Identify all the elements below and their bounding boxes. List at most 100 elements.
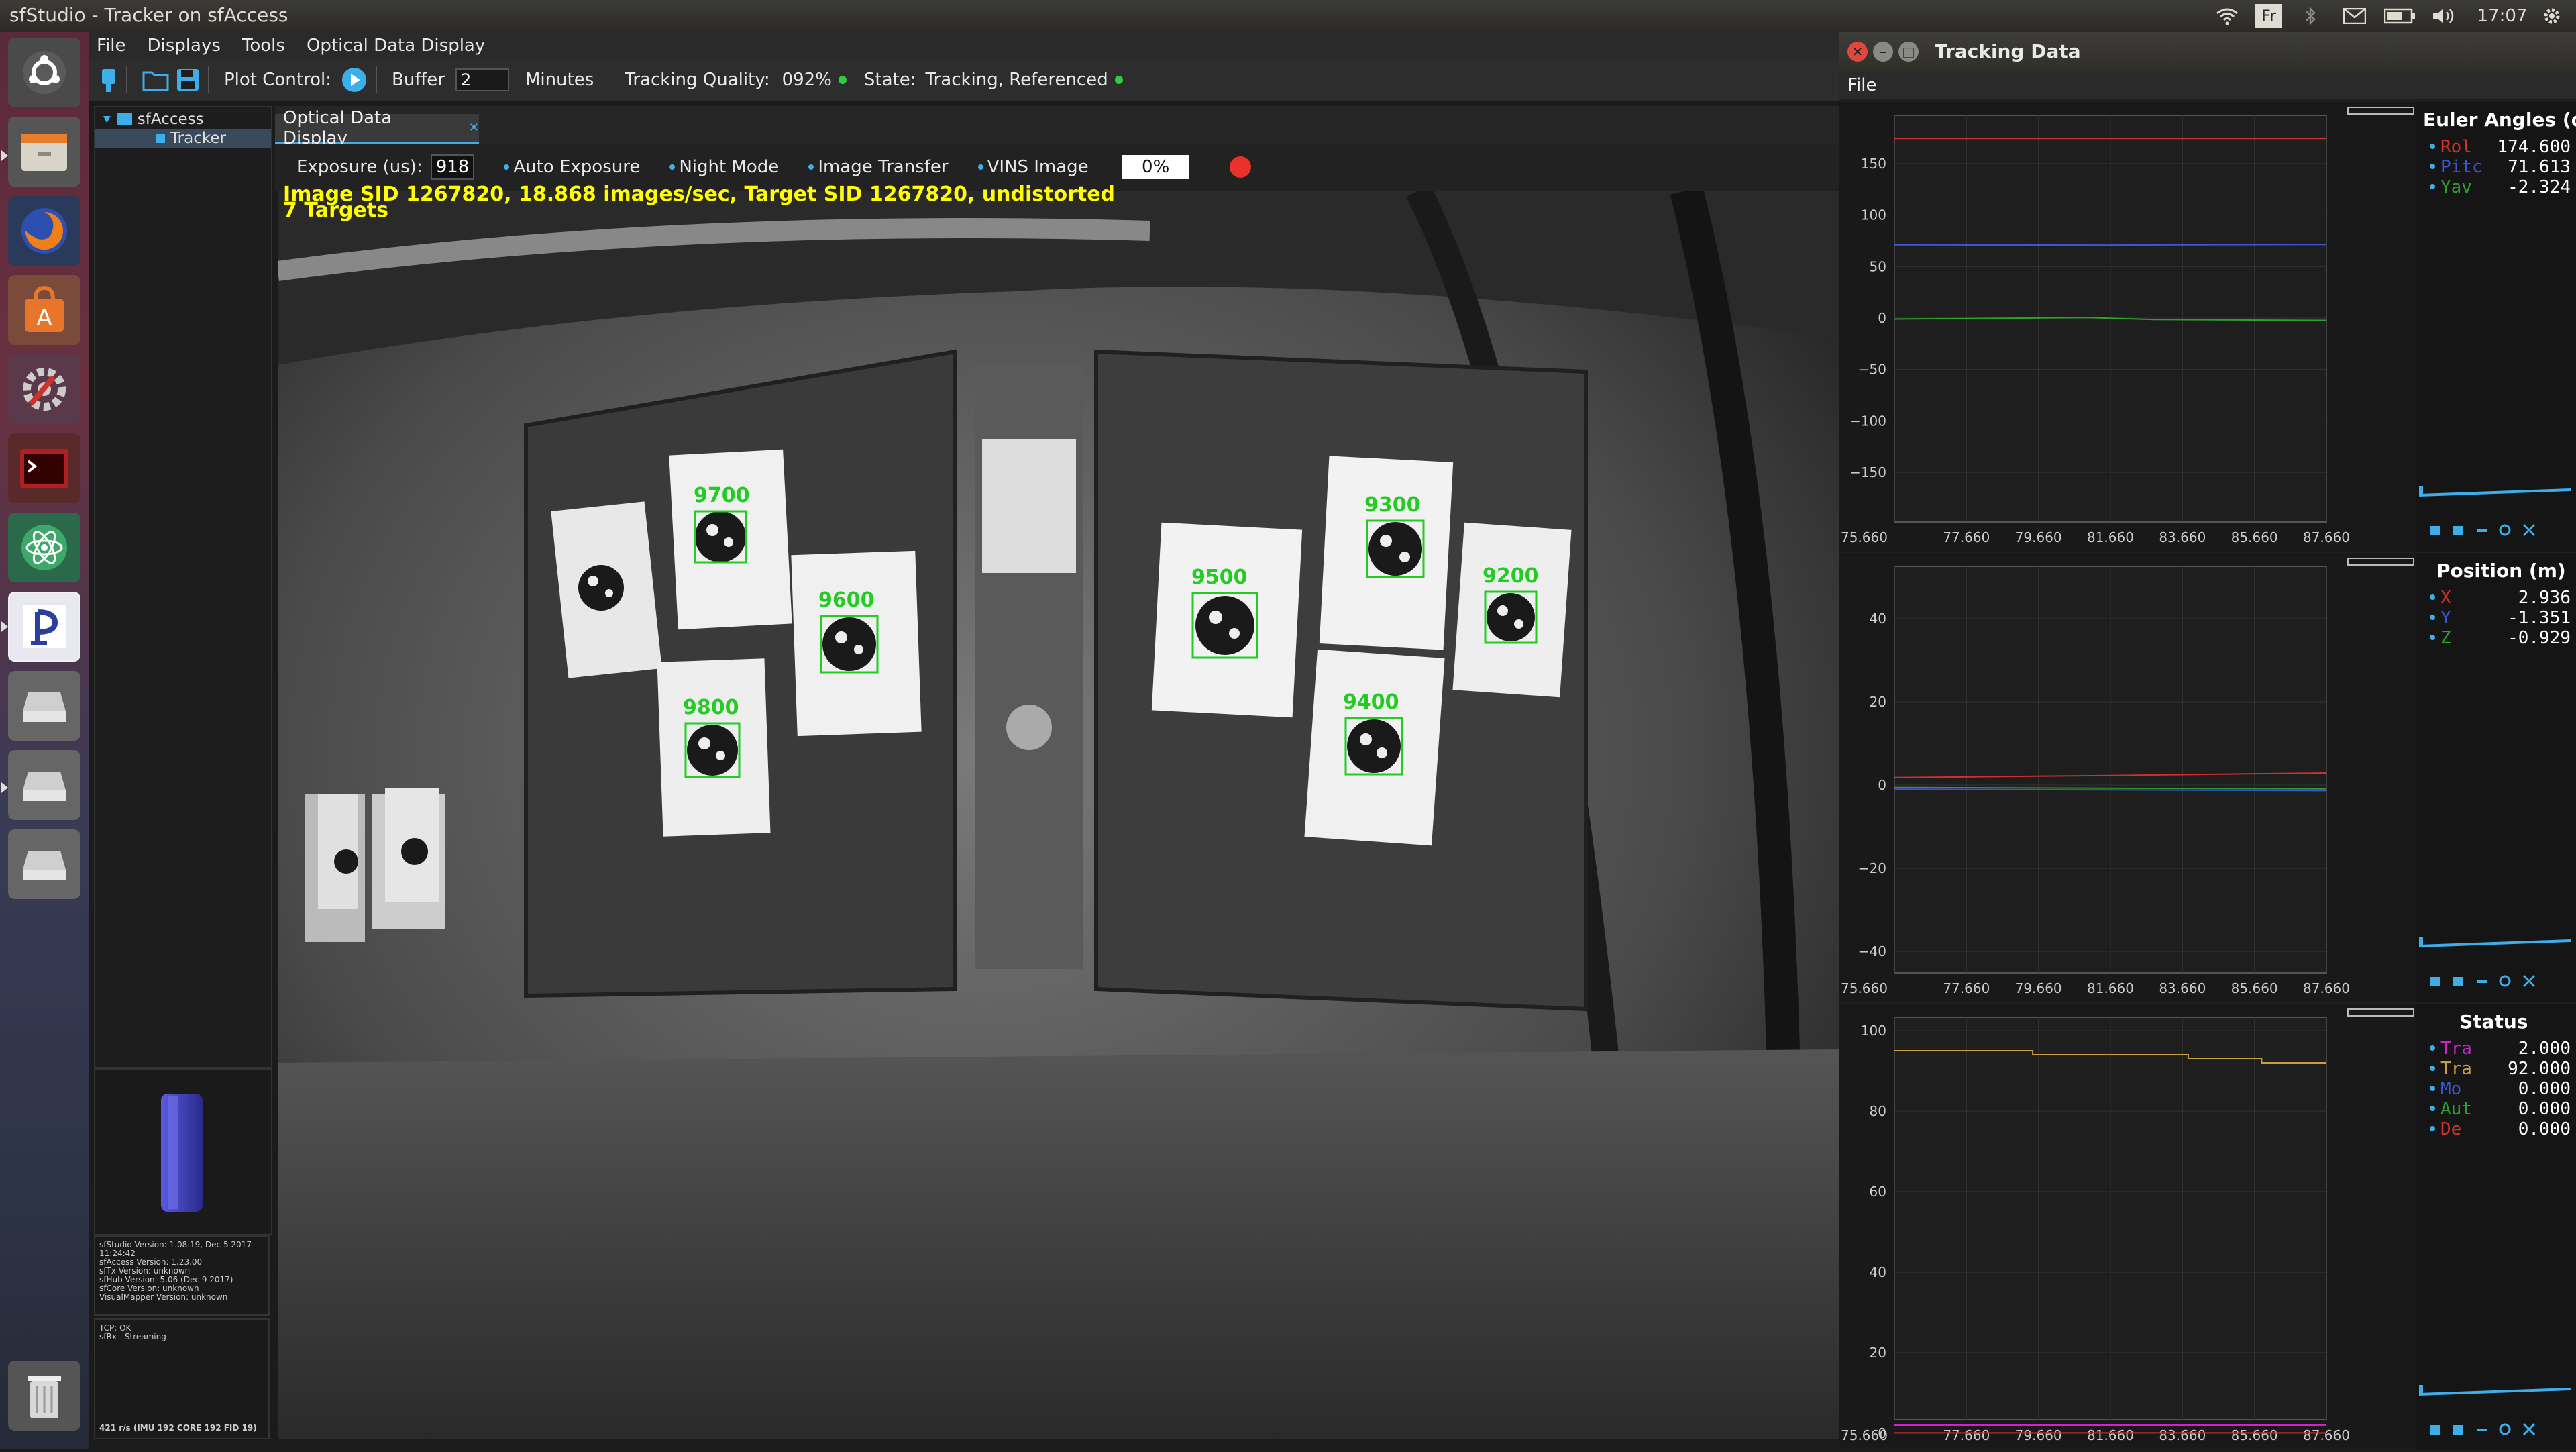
trash-icon[interactable] xyxy=(8,1361,80,1431)
x-tick-label: 83.660 xyxy=(2159,1427,2206,1443)
firefox-icon[interactable] xyxy=(8,196,80,266)
gear-icon[interactable] xyxy=(2538,4,2565,28)
clock[interactable]: 17:07 xyxy=(2475,4,2529,28)
zoom-icon[interactable] xyxy=(2499,524,2511,536)
save-icon[interactable] xyxy=(176,68,200,92)
buffer-spinbox[interactable]: 2 xyxy=(455,68,509,91)
menu-displays[interactable]: Displays xyxy=(148,36,221,56)
minimize-window-button[interactable]: – xyxy=(1873,42,1893,62)
atom-icon[interactable] xyxy=(8,513,80,582)
battery-icon[interactable] xyxy=(2383,4,2418,28)
volume-icon[interactable] xyxy=(2430,4,2459,28)
terminal-icon[interactable] xyxy=(8,433,80,503)
system-settings-icon[interactable] xyxy=(8,354,80,424)
auto-exposure-radio[interactable]: Auto Exposure xyxy=(504,157,640,177)
play-button[interactable] xyxy=(341,66,368,93)
fit-icon[interactable] xyxy=(2522,1422,2536,1436)
drive-icon[interactable] xyxy=(8,829,80,899)
x-tick-label: 79.660 xyxy=(2015,1427,2062,1443)
window-title: sfStudio - Tracker on sfAccess xyxy=(9,4,288,26)
connect-plug-icon[interactable] xyxy=(99,66,118,93)
zoom-icon[interactable] xyxy=(2499,975,2511,987)
status-panel: 75.660 77.660 79.660 81.660 83.660 85.660 87.6… xyxy=(1839,1004,2576,1449)
record-button[interactable] xyxy=(1229,156,1251,178)
ubuntu-dash-icon[interactable] xyxy=(8,38,80,107)
y-tick-label: 100 xyxy=(1861,207,1886,223)
legend-row-tracking-state: Tra 2.000 xyxy=(2430,1039,2576,1059)
close-icon: ✕ xyxy=(1851,44,1864,60)
tracker-device-icon xyxy=(161,1094,203,1212)
keyboard-layout-indicator[interactable]: Fr xyxy=(2255,4,2282,28)
tree-item-tracker[interactable]: Tracker xyxy=(95,129,271,148)
files-icon[interactable] xyxy=(8,117,80,187)
radio-indicator xyxy=(808,164,814,170)
y-tick-label: −100 xyxy=(1849,413,1886,429)
wifi-icon[interactable] xyxy=(2214,4,2241,28)
vins-image-radio[interactable]: VINS Image xyxy=(977,157,1089,177)
menu-tools[interactable]: Tools xyxy=(242,36,285,56)
separator xyxy=(208,66,209,93)
y-tick-label: 20 xyxy=(1870,694,1886,710)
zoom-out-icon[interactable] xyxy=(2477,529,2487,532)
menu-optical-data-display[interactable]: Optical Data Display xyxy=(307,36,485,56)
x-tick-label: 85.660 xyxy=(2231,980,2278,996)
exposure-input[interactable]: 918 xyxy=(430,154,475,180)
legend-bullet xyxy=(2430,1126,2435,1131)
radio-label: VINS Image xyxy=(987,157,1089,177)
menu-file[interactable]: File xyxy=(97,36,126,56)
zoom-icon[interactable] xyxy=(2499,1423,2511,1435)
maximize-window-button[interactable]: □ xyxy=(1898,42,1919,62)
tracking-data-window: ✕ – □ Tracking Data File 75.660 77.660 79.… xyxy=(1839,32,2576,1449)
y-tick-label: −50 xyxy=(1858,362,1886,378)
expand-arrow-icon[interactable]: ▼ xyxy=(103,114,111,125)
close-icon[interactable]: ✕ xyxy=(469,121,479,135)
radio-label: Image Transfer xyxy=(818,157,949,177)
night-mode-radio[interactable]: Night Mode xyxy=(669,157,779,177)
print-icon[interactable] xyxy=(2453,977,2463,986)
position-plot[interactable]: 75.660 77.660 79.660 81.660 83.660 85.660 87.6… xyxy=(1839,553,2416,1002)
tab-optical-data-display[interactable]: Optical Data Display ✕ xyxy=(275,108,479,148)
print-icon[interactable] xyxy=(2453,526,2463,535)
y-tick-label: 60 xyxy=(1870,1184,1886,1200)
legend-value: 2.000 xyxy=(2518,1039,2571,1059)
open-folder-icon[interactable] xyxy=(142,68,169,91)
bluetooth-icon[interactable] xyxy=(2298,4,2322,28)
save-plot-icon[interactable] xyxy=(2430,1425,2440,1435)
tracking-menu-file[interactable]: File xyxy=(1847,75,1877,95)
legend-row-tracking-quality: Tra 92.000 xyxy=(2430,1059,2576,1079)
print-icon[interactable] xyxy=(2453,1425,2463,1435)
top-panel: sfStudio - Tracker on sfAccess Fr 17:07 xyxy=(0,0,2576,32)
zoom-out-icon[interactable] xyxy=(2477,1429,2487,1431)
tree-item-sfaccess[interactable]: ▼ sfAccess xyxy=(95,110,271,129)
plot-tools xyxy=(2418,1385,2571,1436)
drive-icon[interactable] xyxy=(8,671,80,741)
save-plot-icon[interactable] xyxy=(2430,977,2440,986)
status-plot[interactable]: 75.660 77.660 79.660 81.660 83.660 85.660 87.6… xyxy=(1839,1004,2416,1449)
radio-indicator xyxy=(977,164,983,170)
euler-angles-plot[interactable]: 75.660 77.660 79.660 81.660 83.660 85.660 87.6… xyxy=(1839,102,2416,552)
legend-bullet xyxy=(2430,144,2435,149)
sfstudio-icon[interactable] xyxy=(8,592,80,662)
tracking-window-titlebar: ✕ – □ Tracking Data xyxy=(1839,32,2576,72)
zoom-out-icon[interactable] xyxy=(2477,980,2487,983)
close-window-button[interactable]: ✕ xyxy=(1847,42,1868,62)
legend-bullet xyxy=(2430,1086,2435,1091)
legend-name: De xyxy=(2440,1119,2462,1139)
save-plot-icon[interactable] xyxy=(2430,526,2440,535)
software-center-icon[interactable]: A xyxy=(8,275,80,345)
drive-icon[interactable] xyxy=(8,750,80,820)
legend-bullet xyxy=(2430,184,2435,189)
euler-legend: Euler Angles (de Rol 174.600 Pitc 71.613 Y… xyxy=(2416,102,2576,552)
fit-icon[interactable] xyxy=(2522,523,2536,537)
legend-row-y: Y -1.351 xyxy=(2430,608,2576,628)
image-transfer-radio[interactable]: Image Transfer xyxy=(808,157,949,177)
mail-icon[interactable] xyxy=(2341,4,2368,28)
exposure-label: Exposure (us): xyxy=(297,157,423,177)
camera-image[interactable]: 9700 9600 9800 9500 9300 9200 9400 xyxy=(278,191,1839,1439)
plot-scroll-indicator[interactable] xyxy=(2347,558,2414,566)
fit-icon[interactable] xyxy=(2522,974,2536,988)
legend-bullet xyxy=(2430,594,2435,600)
plot-scroll-indicator[interactable] xyxy=(2347,1008,2414,1017)
legend-value: 174.600 xyxy=(2497,137,2571,157)
plot-scroll-indicator[interactable] xyxy=(2347,107,2414,115)
